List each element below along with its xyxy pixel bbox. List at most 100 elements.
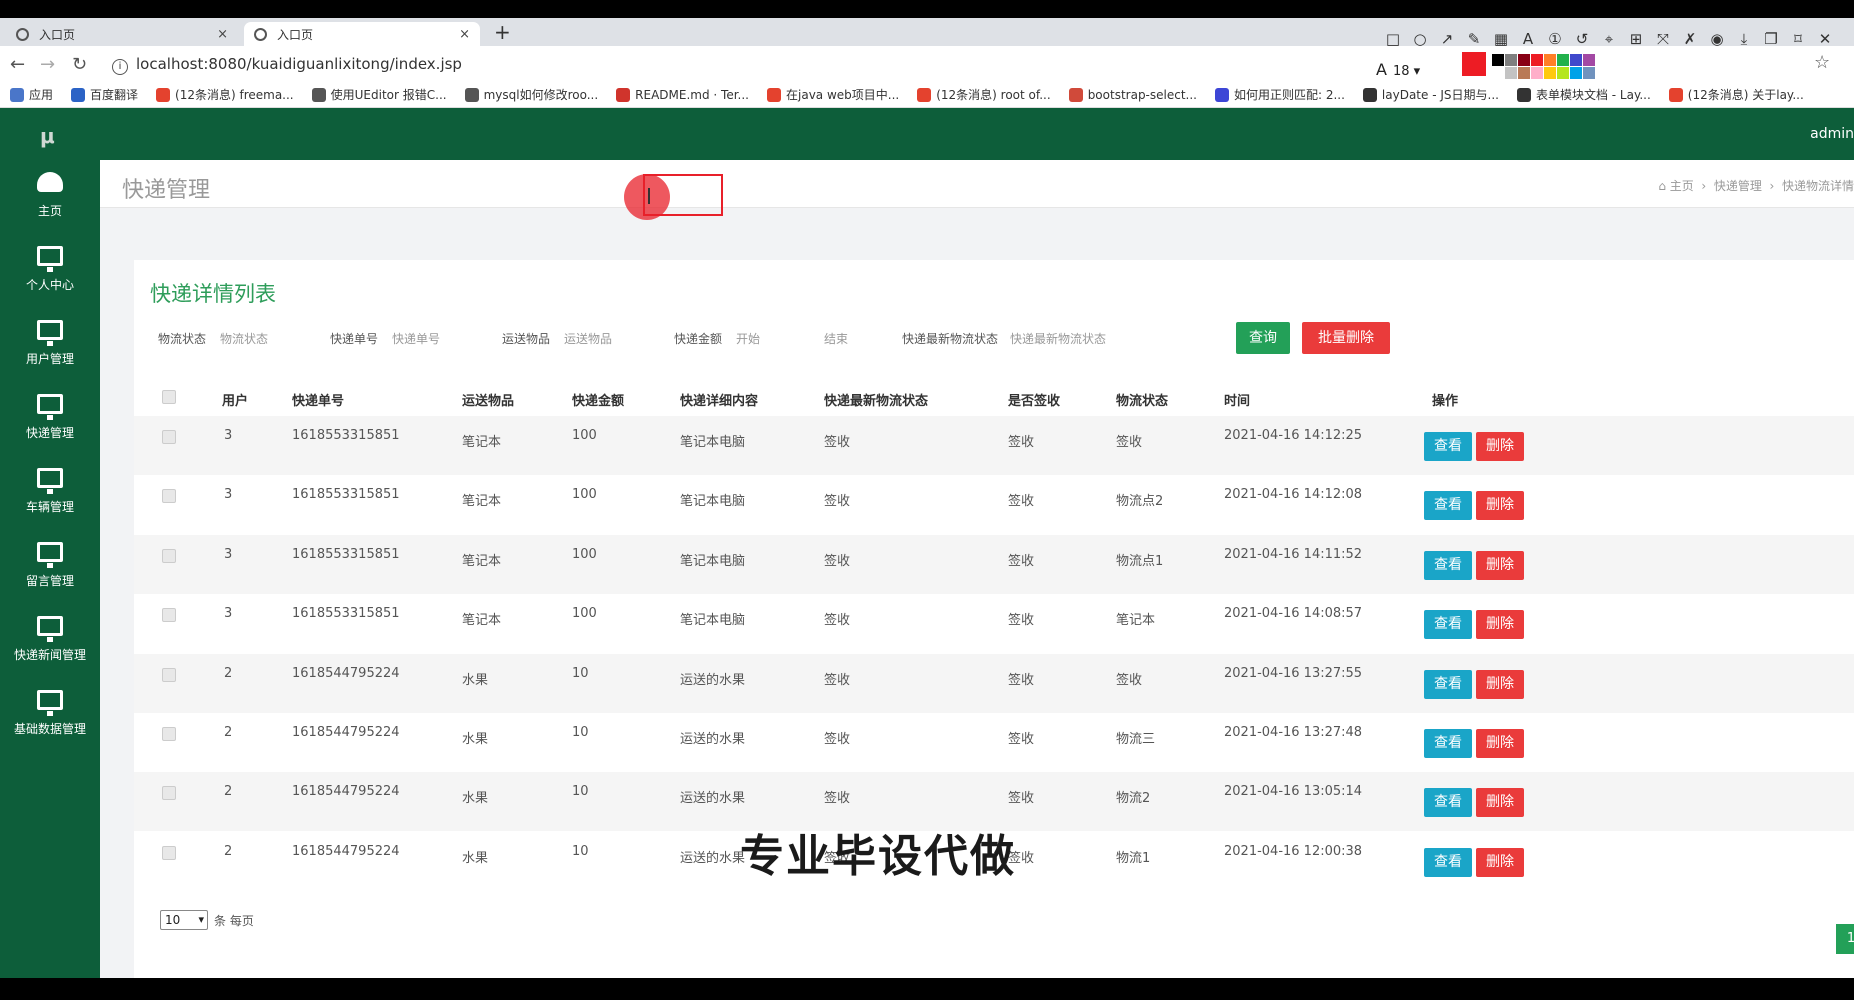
page-size-select[interactable]: 10 [160,910,208,930]
bookmark-item[interactable]: 如何用正则匹配: 2... [1214,86,1345,103]
color-swatch[interactable] [1583,67,1595,79]
delete-button[interactable]: 删除 [1476,669,1524,699]
user-menu[interactable]: admin [1810,126,1854,142]
delete-button[interactable]: 删除 [1476,610,1524,640]
forward-icon[interactable]: → [40,54,55,75]
row-checkbox[interactable] [162,845,176,860]
view-button[interactable]: 查看 [1424,847,1472,877]
table-cell: 运送的水果 [680,850,746,866]
color-palette [1492,54,1595,79]
selected-color-swatch[interactable] [1462,52,1486,76]
color-swatch[interactable] [1518,54,1530,66]
sidebar-item[interactable]: 留言管理 [0,534,100,608]
bookmark-item[interactable]: (12条消息) 关于lay... [1668,86,1804,103]
color-swatch[interactable] [1531,67,1543,79]
color-swatch[interactable] [1570,67,1582,79]
close-icon[interactable]: × [217,27,228,42]
bookmark-item[interactable]: 应用 [10,86,53,103]
sidebar-item[interactable]: 个人中心 [0,238,100,312]
view-button[interactable]: 查看 [1424,788,1472,818]
info-icon[interactable]: i [112,59,128,75]
sidebar-item-label: 留言管理 [25,574,74,588]
view-button[interactable]: 查看 [1424,669,1472,699]
color-swatch[interactable] [1544,54,1556,66]
bookmark-item[interactable]: 百度翻译 [71,86,138,103]
tab-title: 入口页 [39,27,76,42]
view-button[interactable]: 查看 [1424,491,1472,521]
color-swatch[interactable] [1570,54,1582,66]
row-checkbox[interactable] [162,727,176,741]
bookmark-item[interactable]: bootstrap-select... [1068,87,1197,102]
delete-button[interactable]: 删除 [1476,788,1524,818]
query-button[interactable]: 查询 [1236,322,1290,354]
view-button[interactable]: 查看 [1424,610,1472,640]
latest-status-input[interactable]: 快递最新物流状态 [1010,330,1106,347]
bookmark-item[interactable]: (12条消息) root of... [917,86,1051,103]
row-checkbox[interactable] [162,548,176,563]
bookmark-item[interactable]: 表单模块文档 - Lay... [1516,86,1651,103]
sidebar-item[interactable]: 基础数据管理 [0,682,100,756]
bookmark-item[interactable]: 在java web项目中... [767,86,899,103]
color-swatch[interactable] [1557,54,1569,66]
view-button[interactable]: 查看 [1424,729,1472,758]
table-cell: 运送的水果 [680,672,746,688]
back-icon[interactable]: ← [10,54,25,75]
star-icon[interactable]: ☆ [1814,52,1830,73]
row-checkbox[interactable] [162,430,176,444]
table-cell: 笔记本电脑 [680,435,746,450]
color-swatch[interactable] [1505,67,1517,79]
monitor-icon [37,394,63,420]
sidebar-item[interactable]: 主页 [0,164,100,238]
browser-tab[interactable]: 入口页 × [6,22,238,46]
delete-button[interactable]: 删除 [1476,550,1524,580]
breadcrumb-section[interactable]: 快递管理 [1714,179,1762,193]
page-number-button[interactable]: 1 [1836,924,1854,954]
new-tab-button[interactable]: + [494,22,511,42]
color-swatch[interactable] [1518,67,1530,79]
font-size-value: 18 [1392,64,1410,79]
delete-button[interactable]: 删除 [1476,847,1524,877]
sidebar-item[interactable]: 快递管理 [0,386,100,460]
table-cell: 100 [572,428,597,443]
color-swatch[interactable] [1531,54,1543,66]
font-size-select[interactable]: A 18 ▾ [1376,60,1420,79]
bookmark-item[interactable]: 使用UEditor 报错C... [311,86,447,103]
item-input[interactable]: 运送物品 [564,330,612,347]
color-swatch[interactable] [1492,67,1504,79]
table-cell: 1618553315851 [292,487,400,503]
delete-button[interactable]: 删除 [1476,432,1524,461]
amount-end-input[interactable]: 结束 [824,330,848,347]
bookmark-item[interactable]: README.md · Ter... [616,87,749,102]
batch-delete-button[interactable]: 批量删除 [1302,322,1390,354]
row-checkbox[interactable] [162,489,176,504]
delete-button[interactable]: 删除 [1476,729,1524,758]
color-swatch[interactable] [1557,67,1569,79]
reload-icon[interactable]: ↻ [72,54,87,75]
view-button[interactable]: 查看 [1424,550,1472,580]
row-checkbox[interactable] [162,786,176,801]
tracking-no-input[interactable]: 快递单号 [392,330,440,347]
bookmark-item[interactable]: mysql如何修改roo... [464,86,598,103]
amount-start-input[interactable]: 开始 [736,330,760,347]
sidebar-item[interactable]: 快递新闻管理 [0,608,100,682]
delete-button[interactable]: 删除 [1476,491,1524,521]
select-all-checkbox[interactable] [162,390,176,404]
sidebar-item[interactable]: 用户管理 [0,312,100,386]
logistics-status-input[interactable]: 物流状态 [220,330,268,347]
bookmarks-bar: 应用 百度翻译 (12条消息) freema... 使用UEditor 报错C... m… [0,82,1854,108]
bookmark-item[interactable]: (12条消息) freema... [156,86,294,103]
row-checkbox[interactable] [162,667,176,682]
view-button[interactable]: 查看 [1424,432,1472,461]
table-cell: 签收 [824,791,851,807]
breadcrumb-home[interactable]: 主页 [1670,179,1694,193]
sidebar-item[interactable]: 车辆管理 [0,460,100,534]
bookmark-item[interactable]: layDate - JS日期与... [1362,86,1499,103]
row-checkbox[interactable] [162,608,176,623]
color-swatch[interactable] [1492,54,1504,66]
url-field[interactable]: i localhost:8080/kuaidiguanlixitong/index… [112,55,462,75]
color-swatch[interactable] [1505,54,1517,66]
browser-tab-active[interactable]: 入口页 × [244,22,480,46]
close-icon[interactable]: × [459,27,470,42]
color-swatch[interactable] [1583,54,1595,66]
color-swatch[interactable] [1544,67,1556,79]
